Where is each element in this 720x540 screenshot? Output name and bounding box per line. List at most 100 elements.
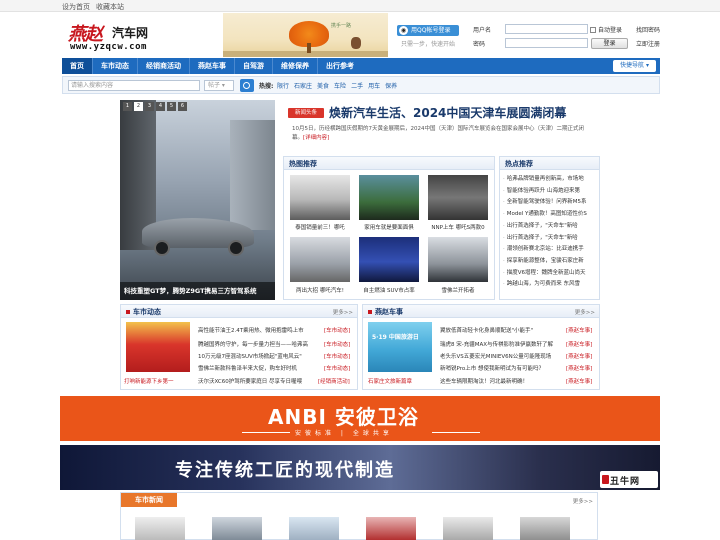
thumb-image[interactable]: [366, 517, 416, 540]
tab-market-news[interactable]: 车市新闻: [121, 493, 177, 507]
slide-page-3[interactable]: 3: [145, 102, 154, 111]
featured-slideshow[interactable]: 1 2 3 4 5 6 科技重塑GT梦，腾势Z9GT携易三方智驾系统: [120, 100, 275, 300]
qq-login-subtitle: 只需一步，快速开始: [401, 41, 456, 48]
market-more-link[interactable]: 更多>>: [333, 308, 353, 316]
bottom-more-link[interactable]: 更多>>: [573, 497, 593, 505]
thumb-image[interactable]: [212, 517, 262, 540]
news-item[interactable]: 翼放低首动轻卡化身鼻顺配送"小能手": [440, 326, 560, 334]
search-input[interactable]: 请输入搜索内容: [68, 80, 200, 91]
slide-page-2[interactable]: 2: [134, 102, 143, 111]
yanzhao-more-link[interactable]: 更多>>: [575, 308, 595, 316]
news-tag[interactable]: [车市动态]: [324, 340, 350, 348]
hot-link[interactable]: 保养: [385, 81, 397, 90]
news-item[interactable]: 腾越国界的守护，每一步量力担当——哈弗高: [198, 340, 318, 348]
search-type-select[interactable]: 帖子 ▾: [204, 80, 234, 91]
news-tag[interactable]: [车市动态]: [324, 364, 350, 372]
nav-road-trip[interactable]: 自驾游: [235, 58, 272, 74]
hot-link[interactable]: 美食: [317, 81, 329, 90]
thumb-image[interactable]: [428, 237, 488, 282]
nav-home[interactable]: 首页: [62, 58, 92, 74]
thumb-image[interactable]: [290, 175, 350, 220]
yanzhao-feature-caption[interactable]: 石家庄文旅新篇章: [368, 377, 436, 385]
hot-link[interactable]: 车险: [334, 81, 346, 90]
news-tag[interactable]: [经销商活动]: [318, 377, 350, 385]
news-item[interactable]: 这些车辆限期淘汰！河北最新明确！: [440, 377, 560, 385]
hot-link[interactable]: 二手: [351, 81, 363, 90]
set-homepage-link[interactable]: 设为首页: [62, 2, 90, 12]
list-item[interactable]: 出行首选择子，"天命车"新哈: [503, 233, 599, 245]
headline-summary: 10月5日，历经横跨国庆假期的7天黄金展期后，2024中国（天津）国际汽车展览会…: [292, 125, 594, 143]
news-item[interactable]: 雪佛兰新款科鲁泽半来大促，购车好时机: [198, 364, 318, 372]
nav-yanzhao[interactable]: 燕赵车事: [190, 58, 234, 74]
auto-login-option[interactable]: 自动登录: [590, 25, 622, 34]
login-button[interactable]: 登录: [591, 38, 628, 49]
username-input[interactable]: [505, 24, 588, 34]
news-tag[interactable]: [燕赵车事]: [566, 326, 592, 334]
news-item[interactable]: 老头乐VS五菱宏光MINIEV6N公量可能隆现场: [440, 352, 560, 360]
thumb-caption[interactable]: 家用车就是要面面俱: [355, 223, 423, 231]
news-item[interactable]: 10万元级7座混动SUV市场掀起"蓝电风云": [198, 352, 318, 360]
thumb-caption[interactable]: 泰国销量前三！哪吒: [286, 223, 354, 231]
quick-nav-button[interactable]: 快捷导航 ▾: [613, 60, 656, 72]
banner-slogan: 携手一路: [331, 23, 352, 29]
headline-more-link[interactable]: [详细内容]: [303, 135, 329, 141]
password-input[interactable]: [505, 38, 588, 48]
nav-dealer-events[interactable]: 经销商活动: [138, 58, 189, 74]
anbi-ad-banner[interactable]: ANBI 安彼卫浴 安彼标准 | 全球共享: [60, 396, 660, 441]
news-item[interactable]: 沃尔沃XC60护驾所要家庭日 尽享专日喔喂: [198, 377, 316, 385]
list-item[interactable]: 跨越山海，为可费而来 东风雪: [503, 279, 599, 291]
news-item[interactable]: 新哨锐Pro上市 想使我新明试为有可能吗？: [440, 364, 560, 372]
thumb-image[interactable]: [135, 517, 185, 540]
auto-login-checkbox[interactable]: [590, 26, 596, 33]
thumb-caption[interactable]: 雪佛兰开拓者: [424, 286, 492, 294]
nav-maintenance[interactable]: 维修保养: [273, 58, 317, 74]
thumb-image[interactable]: [443, 517, 493, 540]
news-tag[interactable]: [燕赵车事]: [566, 364, 592, 372]
list-item[interactable]: 出行首选择子，"天命车"新哈: [503, 221, 599, 233]
site-logo[interactable]: 燕赵 汽车网 www.yzqcw.com: [68, 20, 160, 54]
thumb-image[interactable]: [428, 175, 488, 220]
thumb-image[interactable]: [359, 237, 419, 282]
news-tag[interactable]: [车市动态]: [324, 326, 350, 334]
list-item[interactable]: 描度V6增程：魏牌全新蓝山尚天: [503, 268, 599, 280]
nav-market[interactable]: 车市动态: [93, 58, 137, 74]
news-tag[interactable]: [车市动态]: [324, 352, 350, 360]
list-item[interactable]: 哈弗品牌销量再创新高，市场地: [503, 174, 599, 186]
forgot-password-link[interactable]: 找回密码: [636, 25, 660, 34]
slide-page-4[interactable]: 4: [156, 102, 165, 111]
thumb-caption[interactable]: 两出大招 哪吒汽车!: [286, 286, 354, 294]
news-item[interactable]: 高性能节油王2.4T乘用热、微用抱雷鸣上市: [198, 326, 318, 334]
news-tag[interactable]: [燕赵车事]: [566, 340, 592, 348]
thumb-image[interactable]: [359, 175, 419, 220]
headline-title[interactable]: 焕新汽车生活、2024中国天津车展圆满闭幕: [329, 104, 566, 121]
list-item[interactable]: 探享新能源整体，宝骏石家庄新: [503, 256, 599, 268]
thumb-caption[interactable]: 自主燃油 SUV市占率: [355, 286, 423, 294]
slide-page-1[interactable]: 1: [123, 102, 132, 111]
news-item[interactable]: 瑞虎8 宋-充疆MAX与传祺影豹准伊赢数轩了解: [440, 340, 560, 348]
list-item[interactable]: Model Y通勤款！高图知道性价S: [503, 209, 599, 221]
news-tag[interactable]: [燕赵车事]: [566, 377, 592, 385]
thumb-image[interactable]: [520, 517, 570, 540]
qq-login-button[interactable]: ◉ 用QQ帐号登录: [397, 25, 459, 36]
market-feature-image[interactable]: [126, 322, 190, 372]
register-link[interactable]: 立即注册: [636, 39, 660, 48]
hot-link[interactable]: 用车: [368, 81, 380, 90]
market-feature-caption[interactable]: 打响新能源下乡第一: [124, 377, 192, 385]
hot-link[interactable]: 限行: [277, 81, 289, 90]
slide-page-5[interactable]: 5: [167, 102, 176, 111]
list-item[interactable]: 智能体验再跃升 山海炮迎来第: [503, 186, 599, 198]
search-button[interactable]: [240, 79, 254, 92]
news-tag[interactable]: [燕赵车事]: [566, 352, 592, 360]
nav-travel[interactable]: 出行参考: [318, 58, 362, 74]
list-item[interactable]: 潮领创新赛北京站：比亚迪携手: [503, 244, 599, 256]
slide-caption[interactable]: 科技重塑GT梦，腾势Z9GT携易三方智驾系统: [120, 282, 275, 300]
slide-page-6[interactable]: 6: [178, 102, 187, 111]
bookmark-link[interactable]: 收藏本站: [96, 2, 124, 12]
thumb-caption[interactable]: NNP上车 哪吒S两款0: [424, 223, 492, 231]
thumb-image[interactable]: [289, 517, 339, 540]
list-item[interactable]: 全新智能驾驶体验！问界新M5系: [503, 197, 599, 209]
thumb-image[interactable]: [290, 237, 350, 282]
chouniu-ad-banner[interactable]: 专注传统工匠的现代制造 丑牛网: [60, 445, 660, 490]
hot-link[interactable]: 石家庄: [294, 81, 312, 90]
yanzhao-feature-image[interactable]: 5·19 中国旅游日: [368, 322, 432, 372]
